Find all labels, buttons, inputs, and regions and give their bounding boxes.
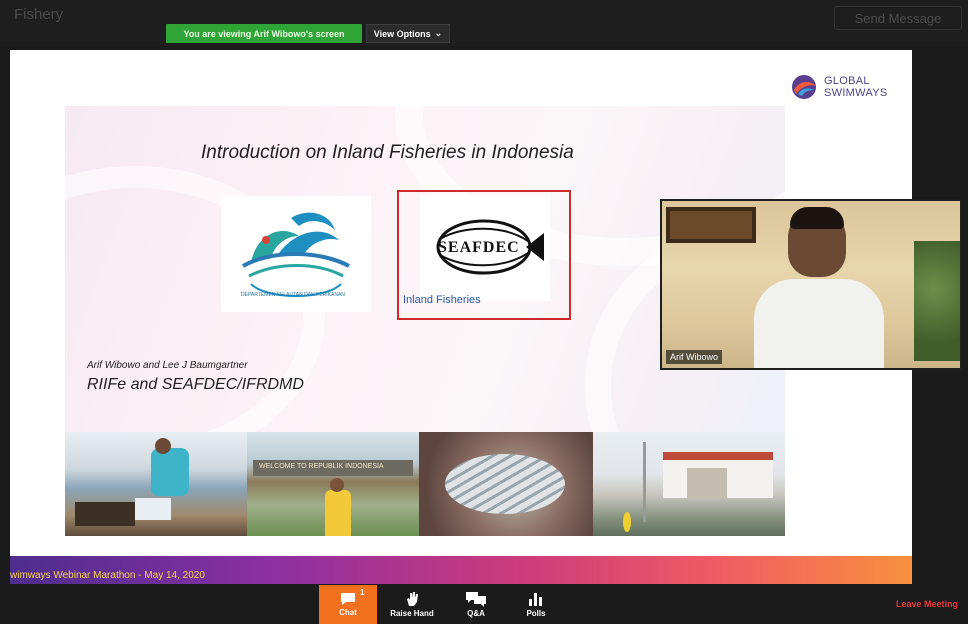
photo-welcome-sign: WELCOME TO REPUBLIK INDONESIA [247, 432, 419, 536]
slide-authors: Arif Wibowo and Lee J Baumgartner [87, 360, 248, 371]
swimways-fish-icon [792, 75, 816, 99]
polls-label: Polls [526, 609, 546, 618]
raise-hand-label: Raise Hand [390, 609, 434, 618]
photo-fishers-boat [65, 432, 247, 536]
chat-bubble-icon [341, 593, 355, 605]
slide-title: Introduction on Inland Fisheries in Indo… [201, 142, 574, 163]
kkp-logo-caption: DEPARTEMEN KELAUTAN DAN PERIKANAN [241, 292, 345, 298]
polls-bar-icon [529, 593, 542, 606]
raise-hand-button[interactable]: Raise Hand [384, 585, 440, 624]
kkp-logo: DEPARTEMEN KELAUTAN DAN PERIKANAN [221, 196, 371, 312]
participant-hair [790, 207, 844, 229]
qa-bubbles-icon [466, 592, 486, 607]
chat-label: Chat [339, 608, 357, 617]
meeting-toolbar: Chat 1 Raise Hand Q&A Polls Leave Meetin… [0, 585, 968, 624]
participant-name-label: Arif Wibowo [666, 350, 723, 364]
polls-button[interactable]: Polls [514, 585, 558, 624]
wall-picture [666, 207, 756, 243]
screen-share-banner: You are viewing Arif Wibowo's screen [166, 24, 362, 43]
plant-decoration [914, 241, 960, 361]
global-swimways-logo: GLOBAL SWIMWAYS [790, 74, 888, 100]
window-title-ghost: Fishery [14, 6, 64, 23]
photo-fish-catch [419, 432, 593, 536]
qa-button[interactable]: Q&A [452, 585, 500, 624]
view-options-button[interactable]: View Options ⌄ [366, 24, 450, 43]
chevron-down-icon: ⌄ [434, 28, 443, 38]
hand-icon [407, 592, 418, 606]
qa-label: Q&A [467, 609, 485, 618]
participant-video-tile[interactable]: Arif Wibowo [660, 199, 962, 370]
photo-office-building [593, 432, 785, 536]
slide-organizations: RIIFe and SEAFDEC/IFRDMD [87, 376, 304, 393]
chat-unread-badge: 1 [360, 588, 365, 597]
seafdec-logo: SEAFDEC [420, 195, 550, 301]
inland-fisheries-label: Inland Fisheries [403, 294, 481, 306]
leave-meeting-button[interactable]: Leave Meeting [896, 599, 958, 609]
brand-line2: SWIMWAYS [824, 87, 888, 99]
participant-shirt [754, 279, 884, 368]
welcome-sign-text: WELCOME TO REPUBLIK INDONESIA [259, 463, 384, 470]
seafdec-wordmark: SEAFDEC [438, 239, 520, 256]
meeting-topbar: Fishery You are viewing Arif Wibowo's sc… [0, 0, 968, 46]
zoom-window: Fishery You are viewing Arif Wibowo's sc… [0, 0, 968, 624]
chat-button[interactable]: Chat [319, 585, 377, 624]
view-options-label: View Options [373, 28, 431, 39]
webinar-footer-text: wimways Webinar Marathon - May 14, 2020 [10, 570, 205, 581]
brand-line1: GLOBAL [824, 75, 870, 87]
send-message-ghost: Send Message [834, 6, 962, 30]
webinar-footer-bar: wimways Webinar Marathon - May 14, 2020 [10, 556, 912, 584]
